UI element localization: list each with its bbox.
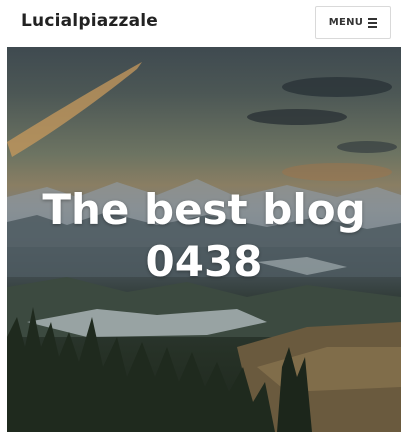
site-header: Lucialpiazzale MENU (0, 0, 401, 46)
hero-banner: The best blog 0438 (7, 47, 401, 432)
menu-label: MENU (328, 17, 364, 28)
menu-button[interactable]: MENU (315, 6, 391, 39)
hero-title-line2: 0438 (145, 237, 263, 286)
hero-title: The best blog 0438 (7, 184, 401, 288)
site-title-link[interactable]: Lucialpiazzale (21, 11, 158, 31)
hero-title-line1: The best blog (42, 185, 366, 234)
hamburger-icon (368, 17, 378, 28)
